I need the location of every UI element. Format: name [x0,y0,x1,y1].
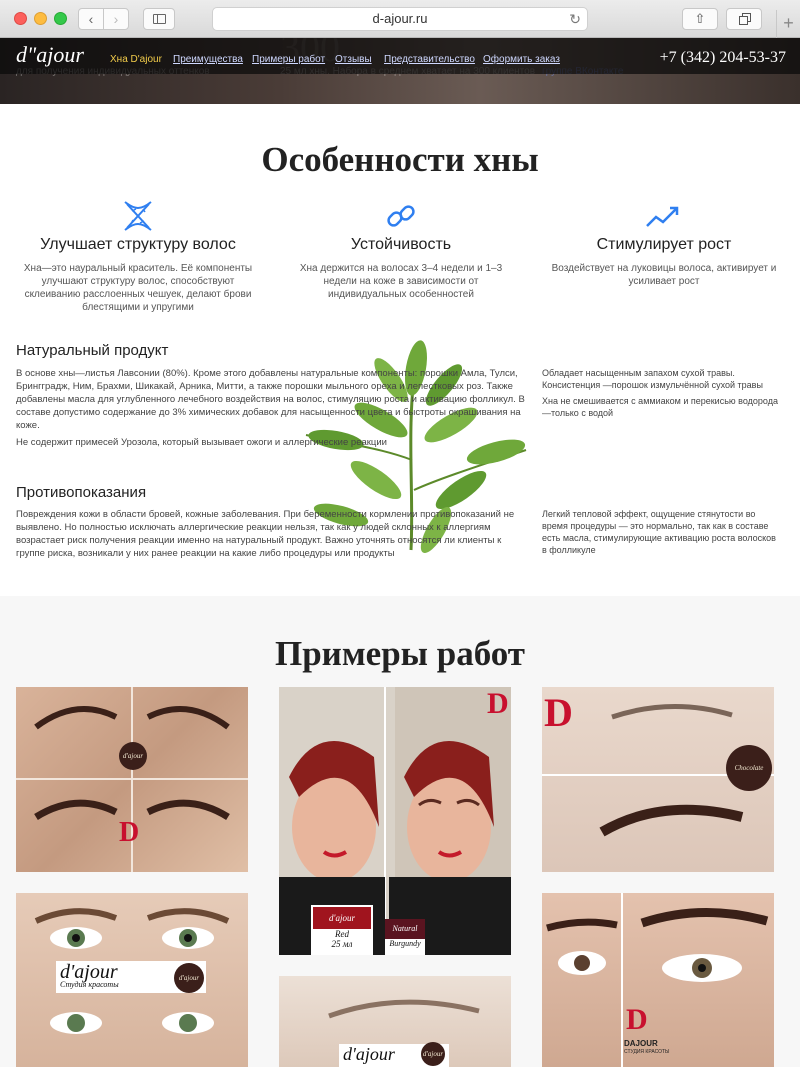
feature-text: Хна—это науральный краситель. Её компоне… [23,263,253,313]
natural-note: Не содержит примесей Урозола, который вы… [16,437,387,448]
natural-text: В основе хны—листья Лавсонии (80%). Кром… [16,368,525,431]
contra-title: Противопоказания [16,484,147,501]
feature-text: Воздействует на луковицы волоса, активир… [551,263,777,287]
feature-structure: Улучшает структуру волос Хна—это наураль… [8,200,268,314]
phone-number[interactable]: +7 (342) 204-53-37 [660,49,786,67]
brand-badge: d'ajour [119,742,147,770]
shade-burgundy-label: Burgundy [389,939,421,948]
brand-badge: d'ajour [174,963,204,993]
volume-label: 25 мл [331,939,353,949]
natural-side-2: Хна не смешивается с аммиаком и перекись… [542,396,778,418]
dajour-d-logo: D [487,687,509,720]
main-navbar: d"ajour Хна D'ajour Преимущества Примеры… [0,38,800,74]
studio-caps-label: СТУДИЯ КРАСОТЫ [624,1049,670,1055]
feature-title: Стимулирует рост [596,236,732,253]
feature-title: Устойчивость [350,236,452,253]
chevron-left-icon: ‹ [88,11,94,27]
work-photo-3[interactable]: D Chocolate [542,687,774,872]
nav-examples[interactable]: Примеры работ [252,54,325,65]
red-product-label: d'ajour Red 25 мл [311,905,373,955]
work-photo-2[interactable]: d'ajour Red 25 мл Natural henna Burgundy… [279,687,511,955]
features-title: Особенности хны [261,140,539,179]
trend-up-icon [534,200,794,232]
back-button[interactable]: ‹ [78,8,104,30]
nav-order[interactable]: Оформить заказ [483,54,560,65]
nav-reviews[interactable]: Отзывы [335,54,372,65]
nav-advantages[interactable]: Преимущества [173,54,243,65]
brand-label: d'ajour [313,907,371,929]
eye-closeup-image [546,893,769,1067]
chevron-right-icon: › [113,11,119,27]
nav-representation[interactable]: Представительство [384,54,475,65]
burgundy-product-label: Natural henna Burgundy [385,919,425,955]
zoom-window-button[interactable] [54,12,67,25]
dna-icon [8,200,268,232]
works-title: Примеры работ [274,634,525,673]
close-window-button[interactable] [14,12,27,25]
address-bar[interactable]: d-ajour.ru ↻ [212,7,588,31]
reload-icon[interactable]: ↻ [569,8,581,30]
contra-text: Повреждения кожи в области бровей, кожны… [16,509,515,559]
work-photo-1[interactable]: d'ajour D [16,687,248,872]
nav-henna[interactable]: Хна D'ajour [110,54,162,65]
natural-title: Натуральный продукт [16,342,169,359]
feature-growth: Стимулирует рост Воздействует на луковиц… [534,200,794,288]
contra-side: Легкий тепловой эффект, ощущение стянуто… [542,509,776,555]
work-photo-6[interactable]: D DAJOUR СТУДИЯ КРАСОТЫ [542,893,774,1067]
sidebar-toggle-button[interactable] [143,8,175,30]
dajour-d-logo: D [626,1003,648,1036]
dajour-d-logo: D [544,690,573,735]
url-text: d-ajour.ru [372,11,428,26]
feature-durability: Устойчивость Хна держится на волосах 3–4… [271,200,531,301]
work-photo-5[interactable]: d'ajour d'ajour [279,976,511,1067]
chocolate-label: Chocolate [734,764,764,772]
show-tabs-button[interactable] [726,8,762,30]
work-photo-4[interactable]: d'ajour Студия красоты d'ajour [16,893,248,1067]
site-logo[interactable]: d"ajour [16,42,84,68]
share-icon: ⇧ [694,11,706,26]
minimize-window-button[interactable] [34,12,47,25]
natural-side-1: Обладает насыщенным запахом сухой травы.… [542,368,763,390]
dajour-d-logo: D [119,817,140,848]
feature-text: Хна держится на волосах 3–4 недели и 1–3… [299,263,503,300]
dajour-wordmark: DAJOUR [624,1039,658,1048]
sidebar-icon [153,14,166,24]
feature-title: Улучшает структуру волос [40,236,236,253]
shade-red-label: Red [335,929,349,939]
site-header: 300 для получения индивидуальных оттенко… [0,38,800,104]
chocolate-badge: Chocolate [726,745,772,791]
share-button[interactable]: ⇧ [682,8,718,30]
browser-toolbar: ‹ › d-ajour.ru ↻ ⇧ + [0,0,800,38]
new-tab-button[interactable]: + [776,10,800,38]
brand-badge: d'ajour [421,1042,445,1066]
chain-link-icon [271,200,531,232]
forward-button[interactable]: › [103,8,129,30]
